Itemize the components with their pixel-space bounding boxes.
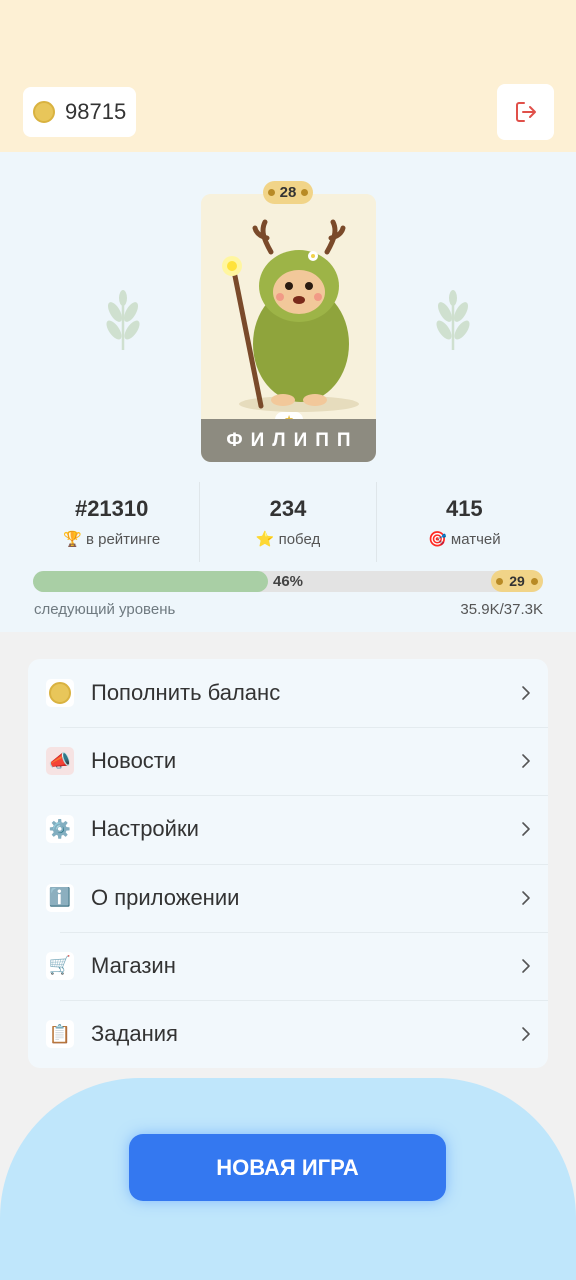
menu-item-top-up[interactable]: Пополнить баланс (28, 659, 548, 727)
menu-item-shop[interactable]: 🛒 Магазин (28, 931, 548, 1000)
character-card[interactable]: ★ ФИЛИПП (201, 194, 376, 462)
character-image (201, 194, 376, 419)
menu-item-label: Пополнить баланс (91, 680, 281, 706)
stat-wins-label: ⭐ побед (256, 530, 321, 548)
logout-button[interactable] (497, 84, 554, 140)
stat-matches-label: 🎯 матчей (428, 530, 501, 548)
coin-icon (46, 679, 74, 708)
clipboard-icon: 📋 (46, 1020, 74, 1049)
stat-matches-text: матчей (450, 531, 501, 548)
balance-amount: 98715 (65, 99, 127, 124)
stat-matches: 415 🎯 матчей (375, 482, 552, 562)
badge-dot-right (301, 189, 308, 196)
chevron-right-icon (522, 686, 530, 700)
stat-rating-value: #21310 (74, 496, 149, 521)
stat-rating: #21310 🏆 в рейтинге (24, 482, 199, 562)
next-level-badge: 29 (491, 570, 543, 592)
stat-rating-text: в рейтинге (85, 531, 161, 548)
chevron-right-icon (522, 754, 530, 769)
coin-icon (33, 101, 55, 123)
menu-item-label: Настройки (91, 816, 199, 842)
stat-wins: 234 ⭐ побед (199, 482, 375, 562)
megaphone-icon: 📣 (46, 747, 74, 776)
chevron-right-icon (522, 1027, 530, 1041)
trophy-icon: 🏆 (63, 531, 82, 548)
character-name: ФИЛИПП (201, 419, 376, 462)
balance-chip[interactable]: 98715 (23, 87, 136, 137)
stat-rating-label: 🏆 в рейтинге (63, 530, 160, 548)
menu-item-settings[interactable]: ⚙️ Настройки (28, 795, 548, 863)
xp-caption: следующий уровень (34, 601, 176, 618)
laurel-left-icon (106, 290, 140, 350)
menu-item-label: Магазин (91, 952, 176, 978)
laurel-right-icon (436, 290, 470, 350)
chevron-right-icon (522, 890, 530, 905)
star-icon: ⭐ (255, 531, 275, 548)
logout-icon (515, 102, 536, 122)
chevron-right-icon (522, 822, 530, 837)
menu-item-label: Задания (91, 1021, 178, 1047)
chevron-right-icon (522, 959, 530, 973)
menu-item-about[interactable]: ℹ️ О приложении (28, 863, 548, 932)
menu-item-news[interactable]: 📣 Новости (28, 727, 548, 795)
stat-matches-value: 415 (445, 496, 483, 521)
next-level: 29 (509, 573, 525, 589)
gear-icon: ⚙️ (46, 815, 74, 844)
main-menu: Пополнить баланс 📣 Новости ⚙️ Настройки … (28, 659, 548, 1068)
stat-wins-value: 234 (269, 496, 307, 521)
badge-dot-left (268, 189, 275, 196)
stats-row: #21310 🏆 в рейтинге 234 ⭐ побед 415 🎯 ма… (24, 482, 552, 562)
xp-percent: 46% (272, 573, 304, 590)
character-level: 28 (279, 184, 297, 201)
new-game-button[interactable]: НОВАЯ ИГРА (129, 1134, 446, 1201)
profile-section: ★ ФИЛИПП 28 #21310 🏆 в рейтинге 234 ⭐ по… (0, 152, 576, 632)
xp-progress-bar: 46% 29 (33, 570, 543, 592)
character-level-badge: 28 (263, 181, 313, 204)
cart-icon: 🛒 (46, 951, 74, 980)
menu-item-label: Новости (91, 748, 177, 774)
menu-item-tasks[interactable]: 📋 Задания (28, 999, 548, 1068)
xp-progress-text: 35.9K/37.3K (460, 601, 543, 618)
xp-badge-dot-left (496, 578, 503, 585)
stat-wins-text: побед (278, 531, 321, 548)
menu-item-label: О приложении (91, 884, 240, 910)
target-icon: 🎯 (428, 531, 447, 548)
xp-badge-dot-right (531, 578, 538, 585)
top-bar: 98715 (0, 0, 576, 152)
info-icon: ℹ️ (46, 883, 74, 912)
